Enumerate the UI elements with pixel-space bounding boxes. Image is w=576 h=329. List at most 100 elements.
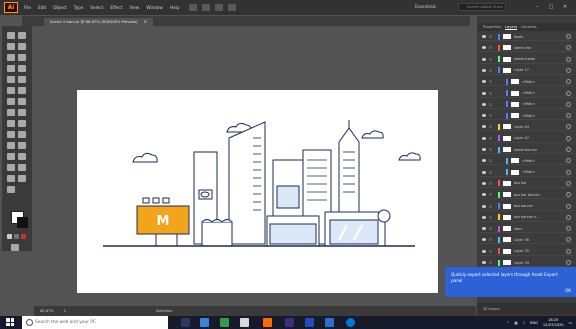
lock-toggle-icon[interactable]: [489, 249, 492, 253]
minimize-button[interactable]: –: [532, 3, 542, 11]
target-circle-icon[interactable]: [566, 45, 571, 51]
edge-icon[interactable]: [346, 318, 355, 327]
visibility-eye-icon[interactable]: [482, 181, 486, 185]
target-circle-icon[interactable]: [566, 248, 571, 254]
visibility-eye-icon[interactable]: [482, 68, 486, 72]
target-circle-icon[interactable]: [566, 90, 571, 96]
blend-tool-icon[interactable]: [7, 153, 15, 160]
visibility-eye-icon[interactable]: [482, 91, 486, 95]
layer-row[interactable]: street frame: [480, 56, 574, 64]
target-circle-icon[interactable]: [566, 79, 571, 85]
perspective-grid-tool-icon[interactable]: [7, 131, 15, 138]
layer-row[interactable]: <Path>: [480, 78, 574, 87]
tab-libraries[interactable]: Libraries: [521, 25, 537, 29]
lock-toggle-icon[interactable]: [489, 57, 492, 61]
mesh-tool-icon[interactable]: [18, 131, 26, 138]
artboard-navigator[interactable]: 1: [64, 309, 66, 313]
layer-row[interactable]: Layer 35: [480, 248, 574, 256]
lock-toggle-icon[interactable]: [489, 204, 492, 208]
paintbrush-tool-icon[interactable]: [18, 76, 26, 83]
lock-toggle-icon[interactable]: [489, 181, 492, 185]
visibility-eye-icon[interactable]: [482, 46, 486, 50]
gradient-tool-icon[interactable]: [7, 142, 15, 149]
lock-toggle-icon[interactable]: [489, 68, 492, 72]
shaper-tool-icon[interactable]: [7, 87, 15, 94]
layer-row[interactable]: street banner: [480, 146, 574, 154]
bridge-icon[interactable]: [189, 4, 198, 11]
tip-notification[interactable]: Quickly export selected layers through A…: [445, 267, 576, 297]
target-circle-icon[interactable]: [566, 67, 571, 73]
none-mode-icon[interactable]: [21, 234, 26, 239]
direct-selection-tool-icon[interactable]: [18, 32, 26, 39]
clock[interactable]: 18:25 12/07/2020: [543, 318, 564, 327]
target-circle-icon[interactable]: [566, 180, 571, 186]
target-circle-icon[interactable]: [566, 169, 571, 175]
visibility-eye-icon[interactable]: [482, 80, 486, 84]
menu-object[interactable]: Object: [53, 5, 67, 10]
lock-toggle-icon[interactable]: [489, 159, 492, 163]
target-circle-icon[interactable]: [566, 214, 571, 220]
notifications-icon[interactable]: ▭: [569, 321, 572, 325]
menu-help[interactable]: Help: [170, 5, 180, 10]
menu-file[interactable]: File: [24, 5, 31, 10]
layer-row[interactable]: <Path>: [480, 157, 574, 166]
visibility-eye-icon[interactable]: [482, 193, 486, 197]
store-icon[interactable]: [220, 318, 229, 327]
target-circle-icon[interactable]: [566, 147, 571, 152]
layer-row[interactable]: bus bar: [480, 180, 574, 188]
lock-toggle-icon[interactable]: [489, 46, 492, 50]
menu-edit[interactable]: Edit: [38, 5, 46, 10]
file-explorer-icon[interactable]: [200, 318, 209, 327]
network-icon[interactable]: ▦: [514, 321, 517, 325]
layer-row[interactable]: Layer 47: [480, 135, 574, 143]
pen-tool-icon[interactable]: [7, 54, 15, 61]
menu-effect[interactable]: Effect: [110, 5, 122, 10]
selection-tool-icon[interactable]: [7, 32, 15, 39]
lock-toggle-icon[interactable]: [489, 193, 492, 197]
lock-toggle-icon[interactable]: [489, 80, 492, 84]
lock-toggle-icon[interactable]: [489, 125, 492, 129]
target-circle-icon[interactable]: [566, 34, 571, 39]
layer-row[interactable]: <Path>: [480, 112, 574, 121]
eraser-tool-icon[interactable]: [7, 98, 15, 105]
taskbar-search-input[interactable]: Search the web and your PC: [22, 316, 168, 329]
menu-view[interactable]: View: [129, 5, 139, 10]
lasso-tool-icon[interactable]: [18, 43, 26, 50]
target-circle-icon[interactable]: [566, 135, 571, 141]
chrome-icon[interactable]: [240, 318, 249, 327]
after-effects-icon[interactable]: [285, 318, 294, 327]
visibility-eye-icon[interactable]: [482, 238, 486, 242]
visibility-eye-icon[interactable]: [482, 261, 486, 264]
menu-window[interactable]: Window: [146, 5, 163, 10]
layer-row[interactable]: <Path>: [480, 169, 574, 177]
visibility-eye-icon[interactable]: [482, 227, 486, 231]
stroke-swatch[interactable]: [17, 217, 28, 228]
lock-toggle-icon[interactable]: [489, 136, 492, 140]
visibility-eye-icon[interactable]: [482, 114, 486, 118]
visibility-eye-icon[interactable]: [482, 57, 486, 61]
rotate-tool-icon[interactable]: [18, 98, 26, 105]
target-circle-icon[interactable]: [566, 158, 571, 164]
eyedropper-tool-icon[interactable]: [18, 142, 26, 149]
tray-arrow-icon[interactable]: ^: [506, 321, 509, 325]
pencil-tool-icon[interactable]: [18, 87, 26, 94]
layer-row[interactable]: bus banner s...: [480, 214, 574, 222]
layer-row[interactable]: Layer 44: [480, 123, 574, 132]
symbol-sprayer-tool-icon[interactable]: [18, 153, 26, 160]
zoom-level[interactable]: 66.67%: [40, 309, 54, 313]
visibility-eye-icon[interactable]: [482, 170, 486, 174]
language-indicator[interactable]: ENG: [530, 321, 538, 325]
shape-builder-tool-icon[interactable]: [18, 120, 26, 127]
lock-toggle-icon[interactable]: [489, 170, 492, 174]
visibility-eye-icon[interactable]: [482, 125, 486, 129]
workspace-switcher[interactable]: Essentials: [415, 4, 436, 9]
document-tab[interactable]: Scene 3 bars.ai @ 66.67% (RGB/GPU Previe…: [44, 18, 153, 26]
artboard[interactable]: M: [77, 90, 438, 293]
curvature-tool-icon[interactable]: [18, 54, 26, 61]
lock-toggle-icon[interactable]: [489, 227, 492, 231]
target-circle-icon[interactable]: [566, 203, 571, 209]
lock-toggle-icon[interactable]: [489, 238, 492, 242]
graph-tool-icon[interactable]: [7, 164, 15, 171]
layer-row[interactable]: <Path>: [480, 90, 574, 98]
layer-row[interactable]: Layer 17: [480, 67, 574, 75]
